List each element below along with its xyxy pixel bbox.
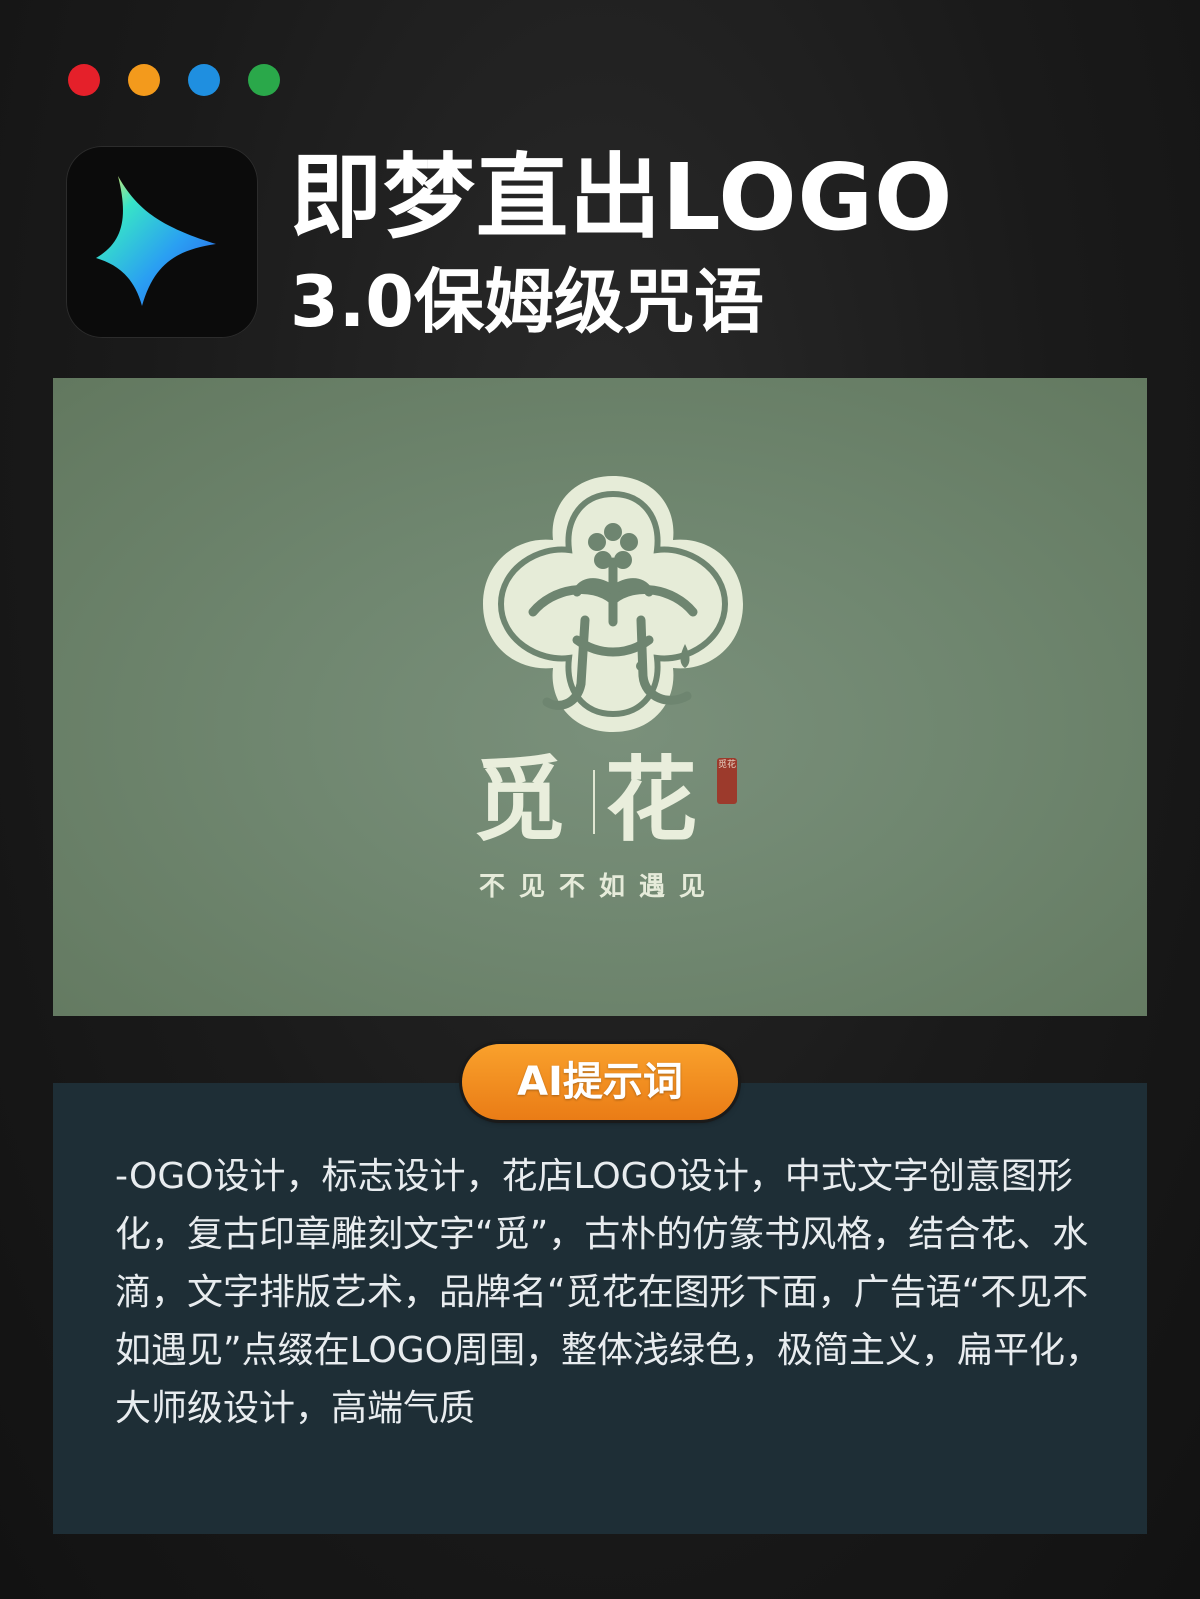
brand-slogan: 不见不如遇见 — [479, 872, 720, 902]
brand-name-left: 觅 — [473, 746, 566, 854]
logo-preview-image: 觅 花 觅花 不见不如遇见 — [53, 378, 1147, 1016]
window-dots — [68, 64, 280, 96]
page-title: 即梦直出LOGO — [290, 144, 954, 251]
page-subtitle: 3.0保姆级咒语 — [290, 261, 765, 343]
brand-name-right: 花 — [605, 746, 698, 854]
prompt-badge: AI提示词 — [462, 1044, 738, 1120]
prompt-text: -OGO设计，标志设计，花店LOGO设计，中式文字创意图形化，复古印章雕刻文字“… — [115, 1156, 1101, 1429]
brand-divider — [593, 770, 595, 834]
flower-seal-emblem-icon — [483, 476, 743, 732]
blue-dot — [188, 64, 220, 96]
jimeng-star-icon — [66, 146, 258, 338]
red-dot — [68, 64, 100, 96]
orange-dot — [128, 64, 160, 96]
green-dot — [248, 64, 280, 96]
red-seal-stamp: 觅花 — [717, 758, 737, 804]
